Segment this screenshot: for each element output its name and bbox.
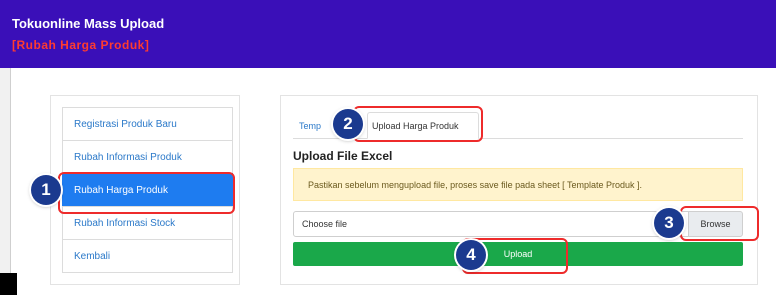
- sidebar-item-kembali[interactable]: Kembali: [62, 239, 233, 273]
- section-title: Upload File Excel: [293, 149, 393, 163]
- step-badge-2: 2: [333, 109, 363, 139]
- corner-block: [0, 273, 17, 295]
- step-badge-4: 4: [456, 240, 486, 270]
- upload-button[interactable]: Upload: [293, 242, 743, 266]
- sidebar-item-label: Kembali: [74, 250, 111, 262]
- app-title: Tokuonline Mass Upload: [12, 16, 165, 31]
- tab-upload-harga-produk[interactable]: Upload Harga Produk: [367, 112, 479, 139]
- sidebar-item-rubah-harga-produk[interactable]: Rubah Harga Produk: [62, 173, 233, 207]
- sidebar-item-label: Rubah Harga Produk: [74, 184, 168, 196]
- sidebar-item-rubah-informasi-stock[interactable]: Rubah Informasi Stock: [62, 206, 233, 240]
- sidebar-item-label: Rubah Informasi Stock: [74, 217, 176, 229]
- step-badge-1: 1: [31, 175, 61, 205]
- app-subtitle: [Rubah Harga Produk]: [12, 38, 150, 52]
- tab-template-produk[interactable]: Temp: [293, 112, 321, 139]
- file-input[interactable]: Choose file: [293, 211, 689, 237]
- sidebar-item-label: Registrasi Produk Baru: [74, 118, 177, 130]
- step-badge-3: 3: [654, 208, 684, 238]
- app-header: Tokuonline Mass Upload [Rubah Harga Prod…: [0, 0, 776, 68]
- warning-alert: Pastikan sebelum mengupload file, proses…: [293, 168, 743, 201]
- browse-button[interactable]: Browse: [688, 211, 743, 237]
- sidebar-item-label: Rubah Informasi Produk: [74, 151, 182, 163]
- sidebar-item-rubah-informasi-produk[interactable]: Rubah Informasi Produk: [62, 140, 233, 174]
- sidebar-item-registrasi-produk-baru[interactable]: Registrasi Produk Baru: [62, 107, 233, 141]
- sidebar-menu: Registrasi Produk Baru Rubah Informasi P…: [62, 107, 233, 273]
